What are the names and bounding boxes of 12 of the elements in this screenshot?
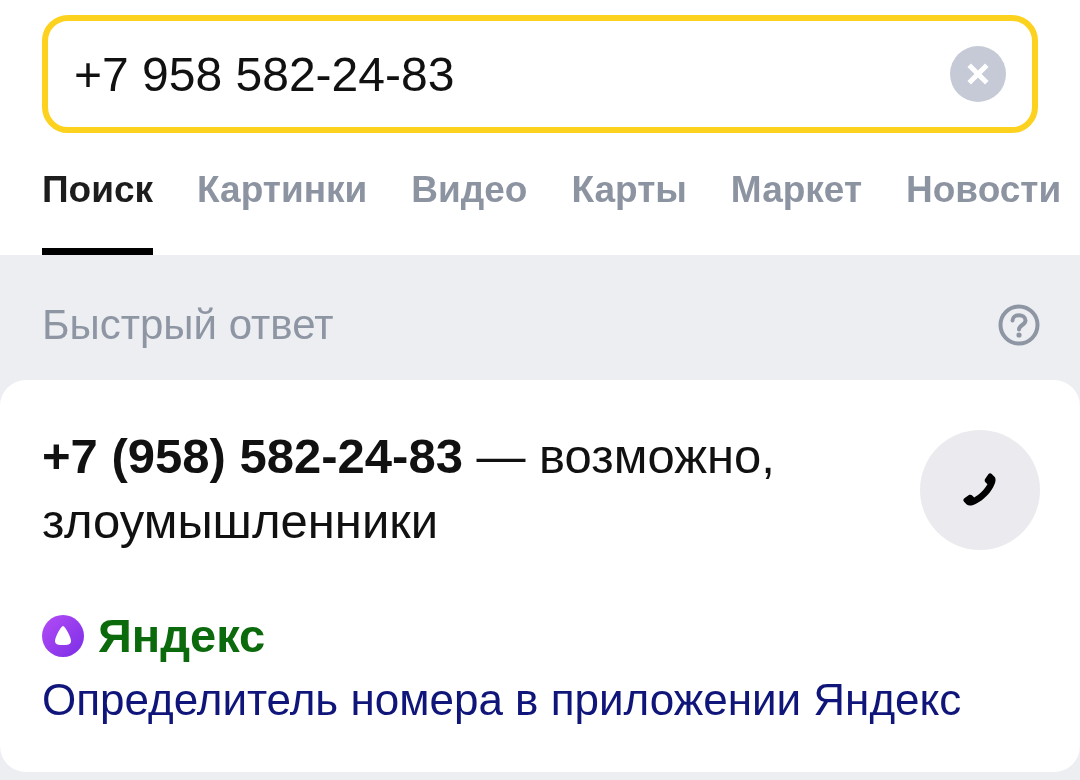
tab[interactable]: Поиск [42, 160, 154, 255]
clear-button[interactable] [950, 46, 1006, 102]
search-input[interactable]: +7 958 582-24-83 [74, 46, 950, 102]
phone-icon [963, 473, 997, 507]
answer-text: +7 (958) 582-24-83 — возможно, злоумышленники [42, 428, 776, 550]
source-name[interactable]: Яндекс [98, 608, 266, 664]
help-icon[interactable] [998, 304, 1040, 346]
search-box[interactable]: +7 958 582-24-83 [42, 15, 1038, 133]
logo-icon [42, 615, 84, 657]
caller-id-link[interactable]: Определитель номера в приложении Яндекс [42, 674, 962, 726]
close-icon [967, 63, 989, 85]
section-heading: Быстрый ответ [42, 300, 334, 350]
